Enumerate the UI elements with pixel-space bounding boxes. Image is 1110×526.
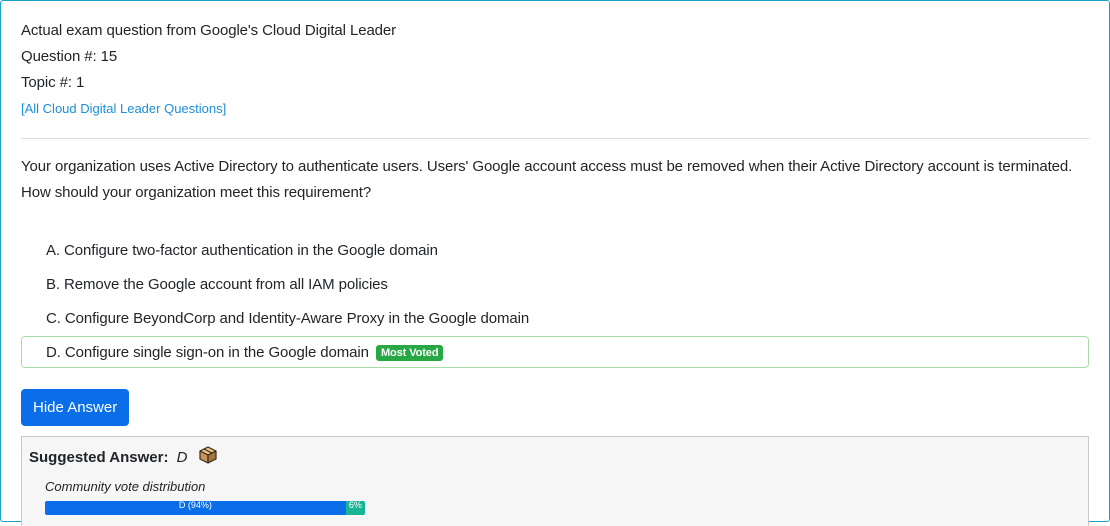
exam-title: Actual exam question from Google's Cloud… (21, 22, 397, 39)
divider (21, 138, 1089, 139)
question-text: Your organization uses Active Directory … (21, 154, 1089, 206)
suggested-answer: Suggested Answer: D (29, 445, 1081, 469)
vote-distribution-title: Community vote distribution (45, 479, 206, 494)
question-text-line: Your organization uses Active Directory … (21, 158, 1073, 175)
suggested-answer-label: Suggested Answer: (29, 449, 169, 466)
question-text-line: How should your organization meet this r… (21, 184, 372, 201)
suggested-answer-value: D (176, 449, 188, 466)
choice-c[interactable]: C. Configure BeyondCorp and Identity-Awa… (21, 302, 1089, 334)
choice-a[interactable]: A. Configure two-factor authentication i… (21, 234, 1089, 266)
most-voted-badge: Most Voted (375, 345, 444, 361)
question-content: Actual exam question from Google's Cloud… (21, 18, 1089, 526)
question-number: Question #: 15 (21, 48, 118, 65)
answer-box: Suggested Answer: D Community vote distr… (21, 436, 1089, 526)
box-icon (198, 445, 218, 473)
vote-distribution-bar: D (94%) 6% (45, 501, 365, 515)
choice-label: C. Configure BeyondCorp and Identity-Awa… (46, 310, 530, 327)
topic-number: Topic #: 1 (21, 74, 85, 91)
choice-label: A. Configure two-factor authentication i… (46, 242, 438, 259)
choice-b[interactable]: B. Remove the Google account from all IA… (21, 268, 1089, 300)
choice-d[interactable]: D. Configure single sign-on in the Googl… (21, 336, 1089, 368)
hide-answer-button[interactable]: Hide Answer (21, 389, 130, 426)
choice-label: D. Configure single sign-on in the Googl… (46, 344, 369, 361)
all-questions-link[interactable]: [All Cloud Digital Leader Questions] (21, 96, 226, 122)
vote-segment-other: 6% (345, 501, 365, 515)
choice-label: B. Remove the Google account from all IA… (46, 276, 388, 293)
choices-list: A. Configure two-factor authentication i… (21, 234, 1089, 368)
vote-segment-d: D (94%) (45, 501, 346, 515)
